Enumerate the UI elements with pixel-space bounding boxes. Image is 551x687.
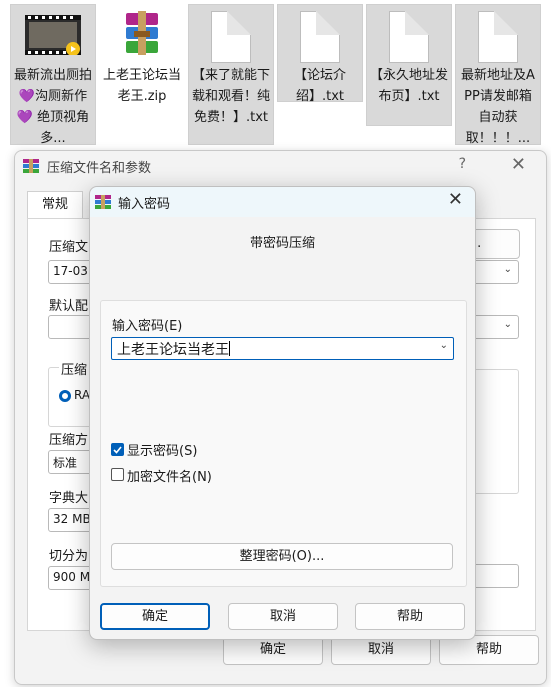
encrypt-filenames-label[interactable]: 加密文件名(N)	[127, 466, 212, 485]
check-icon	[113, 446, 122, 454]
help-icon[interactable]: ?	[459, 156, 466, 172]
show-password-label[interactable]: 显示密码(S)	[127, 440, 197, 459]
method-label: 压缩方	[49, 433, 89, 448]
file-tile-txt-3[interactable]: 【永久地址发布页】.txt	[366, 4, 452, 126]
encrypt-filenames-checkbox[interactable]	[111, 468, 124, 481]
help-button[interactable]: 帮助	[355, 603, 465, 630]
close-icon[interactable]: ✕	[511, 154, 526, 175]
default-profile-label: 默认配	[49, 299, 89, 314]
password-label: 输入密码(E)	[112, 319, 183, 334]
split-value: 900 MI	[53, 570, 94, 584]
file-tile-txt-2[interactable]: 【论坛介绍】.txt	[277, 4, 363, 104]
file-name: 最新地址及APP请发邮箱自动获取！！！...	[461, 68, 535, 146]
window-title: 压缩文件名和参数	[47, 161, 152, 176]
password-dialog: 输入密码 ✕ 带密码压缩 输入密码(E) 上老王论坛当老王 ⌄ 显示密码(S) …	[89, 186, 476, 640]
split-label: 切分为	[49, 549, 89, 564]
text-file-icon	[300, 11, 340, 63]
dictionary-value: 32 MB	[53, 512, 91, 526]
dictionary-label: 字典大	[49, 491, 89, 506]
file-name: 【论坛介绍】.txt	[293, 68, 346, 104]
file-name: 最新流出厕拍💜沟厕新作💜 绝顶视角 多...	[13, 68, 92, 146]
title-bar[interactable]: 压缩文件名和参数 ? ✕	[15, 151, 546, 181]
chevron-down-icon: ⌄	[503, 264, 512, 275]
winrar-app-icon	[95, 195, 111, 209]
dialog-heading: 带密码压缩	[249, 236, 315, 251]
video-thumbnail-icon	[25, 15, 81, 56]
winrar-app-icon	[23, 159, 39, 173]
ok-button[interactable]: 确定	[100, 603, 210, 630]
show-password-checkbox[interactable]	[111, 443, 124, 456]
text-file-icon	[211, 11, 251, 63]
text-file-icon	[389, 11, 429, 63]
tab-general[interactable]: 常规	[27, 191, 83, 219]
rar-radio[interactable]	[59, 390, 71, 402]
title-bar[interactable]: 输入密码 ✕	[90, 187, 475, 217]
file-tile-zip[interactable]: 上老王论坛当老王.zip	[99, 4, 185, 104]
rar-radio-label: RA	[74, 388, 91, 402]
password-input[interactable]: 上老王论坛当老王 ⌄	[111, 337, 454, 360]
file-tile-txt-4[interactable]: 最新地址及APP请发邮箱自动获取！！！...	[455, 4, 541, 146]
close-icon[interactable]: ✕	[448, 189, 463, 210]
file-name: 【永久地址发布页】.txt	[369, 68, 448, 104]
text-file-icon	[478, 11, 518, 63]
format-group-label: 压缩	[59, 359, 90, 378]
chevron-down-icon: ⌄	[503, 319, 512, 330]
file-name: 上老王论坛当老王.zip	[102, 68, 181, 104]
password-value: 上老王论坛当老王	[117, 342, 229, 358]
file-tile-video[interactable]: 最新流出厕拍💜沟厕新作💜 绝顶视角 多...	[10, 4, 96, 146]
text-caret	[229, 341, 230, 356]
cancel-button[interactable]: 取消	[228, 603, 338, 630]
file-name: 【来了就能下载和观看！纯免费！】.txt	[191, 68, 270, 125]
dialog-title: 输入密码	[118, 197, 171, 212]
archive-name-value: 17-03	[53, 264, 88, 278]
method-value: 标准	[53, 456, 78, 470]
archive-name-label: 压缩文	[49, 240, 89, 255]
file-tile-txt-1[interactable]: 【来了就能下载和观看！纯免费！】.txt	[188, 4, 274, 145]
chevron-down-icon[interactable]: ⌄	[440, 340, 448, 351]
organize-passwords-button[interactable]: 整理密码(O)...	[111, 543, 453, 570]
winrar-archive-icon	[120, 11, 164, 55]
